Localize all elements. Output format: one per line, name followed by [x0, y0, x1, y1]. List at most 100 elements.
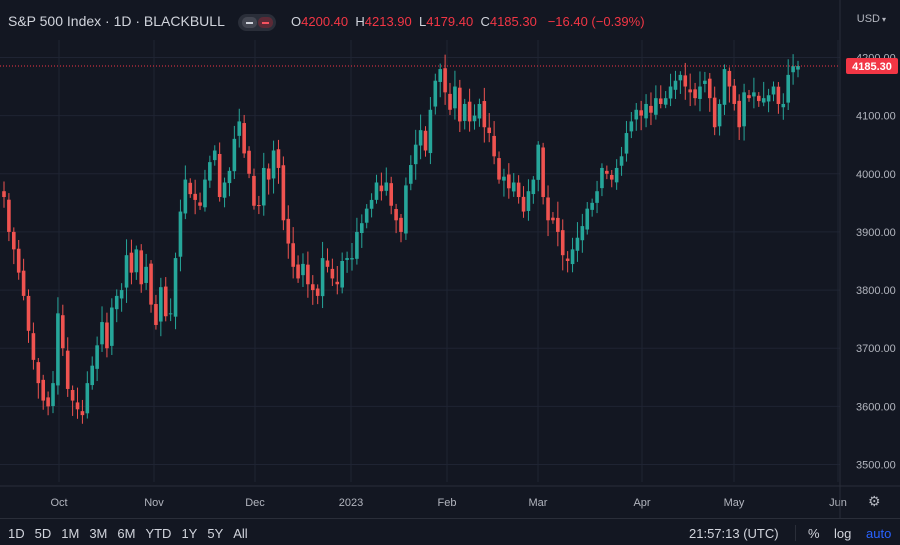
candle-body: [497, 158, 501, 180]
candle-body: [556, 217, 560, 232]
candle-body: [95, 345, 99, 369]
candle-body: [668, 86, 673, 99]
range-1m-button[interactable]: 1M: [61, 526, 79, 541]
candle-body: [433, 80, 438, 107]
candle-body: [796, 65, 800, 70]
candle-body: [56, 313, 60, 386]
candle-body: [727, 70, 732, 87]
candle-body: [119, 290, 124, 299]
candle-body: [658, 98, 663, 104]
candle-body: [438, 69, 443, 82]
candle-body: [105, 322, 109, 349]
auto-scale-toggle[interactable]: auto: [866, 526, 891, 541]
candle-body: [482, 101, 487, 128]
candle-body: [526, 191, 531, 211]
range-5y-button[interactable]: 5Y: [207, 526, 223, 541]
candle-body: [350, 258, 354, 260]
candle-body: [61, 315, 65, 349]
x-tick-label: Feb: [438, 497, 457, 509]
candle-body: [247, 150, 251, 174]
candle-body: [364, 208, 369, 223]
candle-body: [609, 174, 614, 180]
candle-body: [374, 182, 379, 200]
candle-body: [756, 95, 761, 102]
candle-body: [531, 179, 536, 195]
candle-body: [458, 87, 462, 122]
utc-clock[interactable]: 21:57:13 (UTC): [689, 526, 779, 541]
candle-body: [389, 183, 393, 206]
settings-gear-icon[interactable]: ⚙: [868, 493, 881, 510]
candle-body: [703, 80, 707, 84]
candle-body: [90, 365, 95, 386]
range-6m-button[interactable]: 6M: [117, 526, 135, 541]
candle-body: [26, 295, 31, 331]
candle-body: [51, 383, 55, 407]
candle-body: [570, 249, 575, 265]
candle-body: [761, 98, 766, 103]
candle-body: [639, 110, 643, 116]
log-toggle[interactable]: log: [834, 526, 851, 541]
range-3m-button[interactable]: 3M: [89, 526, 107, 541]
candle-body: [771, 86, 776, 95]
candle-body: [462, 103, 467, 121]
candle-body: [698, 86, 702, 99]
candle-body: [379, 185, 384, 192]
candle-body: [16, 248, 21, 273]
candle-body: [100, 322, 104, 345]
range-1y-button[interactable]: 1Y: [181, 526, 197, 541]
candle-body: [315, 288, 320, 296]
candle-body: [149, 263, 153, 305]
candle-body: [154, 304, 158, 325]
candle-body: [423, 130, 428, 151]
candle-body: [369, 199, 374, 209]
price-chart[interactable]: 3500.00 3600.00 3700.00 3800.00 3900.00 4000.…: [0, 0, 900, 518]
candle-body: [404, 185, 408, 234]
y-tick-label: 3700.00: [856, 343, 896, 355]
range-1d-button[interactable]: 1D: [8, 526, 25, 541]
candle-body: [217, 153, 222, 198]
candle-body: [776, 86, 781, 104]
candle-body: [41, 379, 46, 401]
candle-body: [281, 165, 286, 221]
candle-body: [36, 362, 41, 384]
x-tick-label: Nov: [144, 497, 164, 509]
range-5d-button[interactable]: 5D: [35, 526, 52, 541]
candle-body: [330, 268, 335, 279]
candle-body: [649, 105, 653, 113]
candle-body: [12, 231, 16, 250]
candle-body: [786, 74, 790, 103]
candle-body: [144, 266, 148, 283]
candle-body: [394, 209, 398, 221]
candle-body: [65, 350, 70, 389]
range-ytd-button[interactable]: YTD: [145, 526, 171, 541]
candle-body: [21, 270, 26, 296]
percent-toggle[interactable]: %: [808, 526, 820, 541]
candle-body: [227, 170, 232, 184]
y-tick-label: 3900.00: [856, 227, 896, 239]
candle-body: [717, 103, 722, 127]
candle-body: [747, 95, 751, 99]
candle-body: [507, 174, 511, 189]
candle-body: [590, 202, 594, 210]
candle-body: [624, 133, 629, 154]
candle-body: [766, 95, 771, 102]
candle-body: [70, 389, 75, 401]
candle-body: [614, 167, 619, 183]
candle-body: [301, 263, 305, 276]
x-tick-label: Dec: [245, 497, 265, 509]
candle-body: [134, 249, 139, 273]
candle-body: [203, 179, 207, 208]
candle-body: [585, 208, 590, 230]
candle-body: [232, 138, 237, 172]
candle-body: [359, 223, 364, 234]
candle-body: [124, 255, 129, 288]
candle-body: [791, 66, 795, 73]
candle-body: [242, 123, 246, 154]
range-all-button[interactable]: All: [233, 526, 247, 541]
candle-body: [781, 103, 786, 108]
range-buttons: 1D 5D 1M 3M 6M YTD 1Y 5Y All: [8, 526, 258, 541]
x-tick-label: May: [724, 497, 745, 509]
candle-body: [722, 69, 727, 105]
candle-body: [193, 193, 197, 200]
candle-body: [208, 162, 212, 181]
